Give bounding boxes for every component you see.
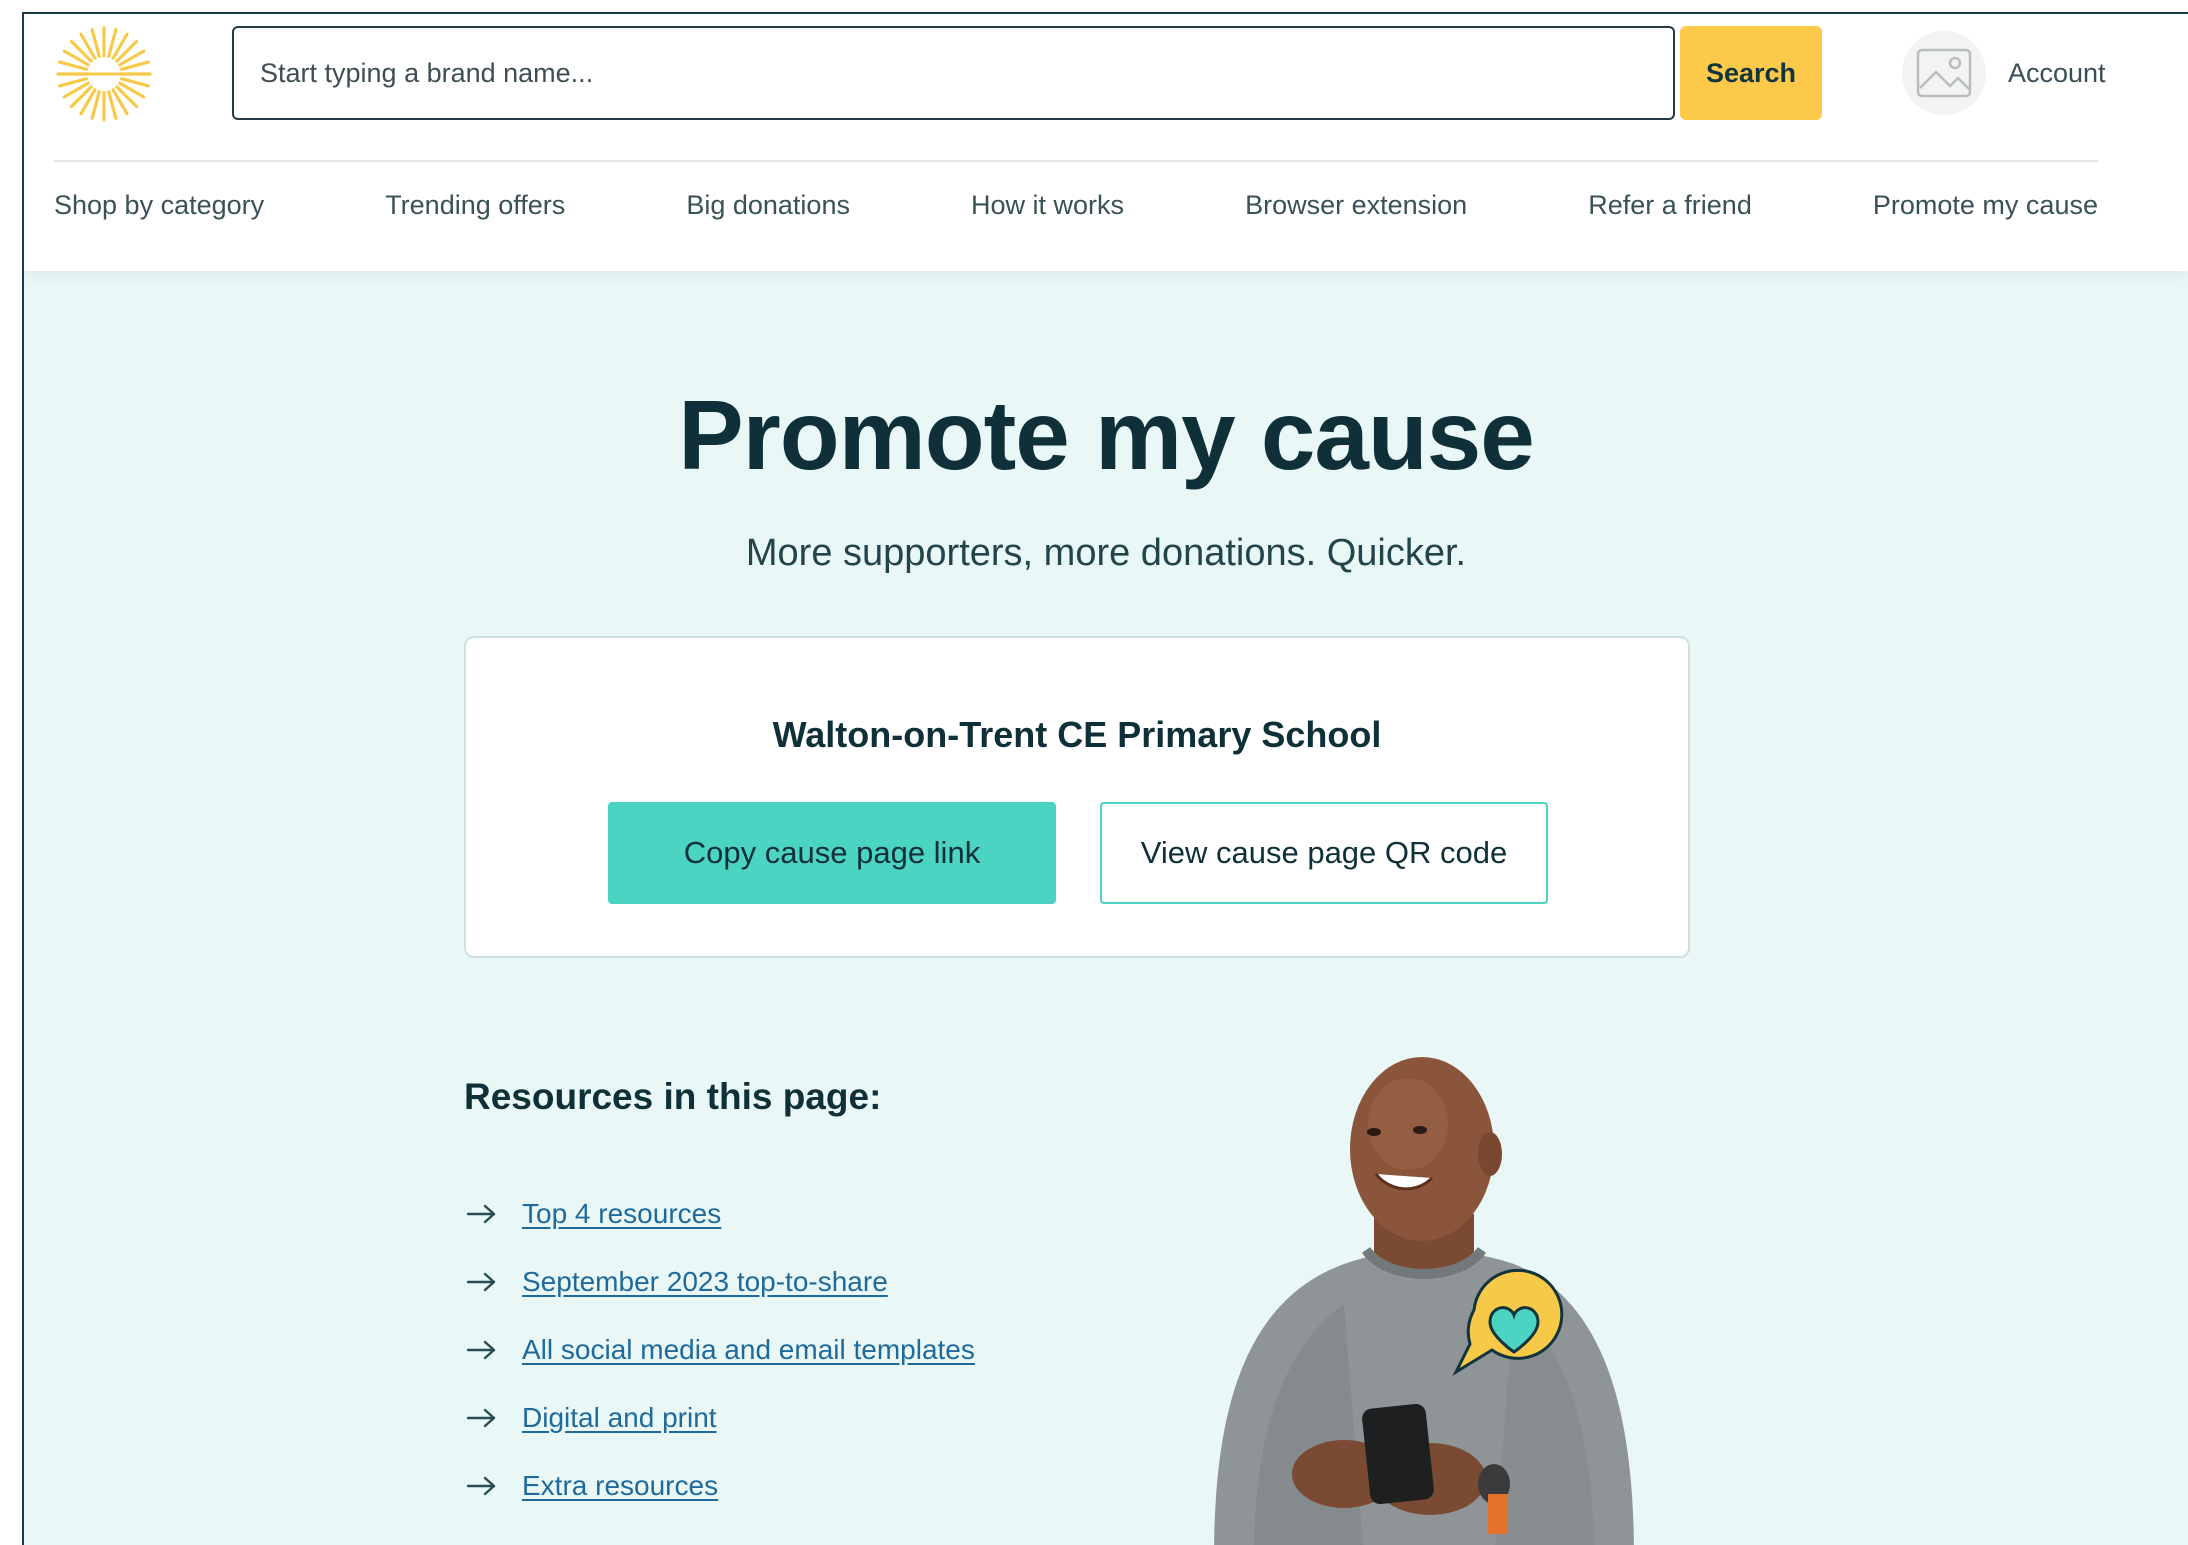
search-input[interactable]: Start typing a brand name... xyxy=(232,26,1675,120)
arrow-right-icon xyxy=(466,1340,496,1360)
image-placeholder-icon xyxy=(1916,48,1972,98)
arrow-right-icon xyxy=(466,1476,496,1496)
cause-name: Walton-on-Trent CE Primary School xyxy=(772,714,1382,755)
copy-cause-link-label: Copy cause page link xyxy=(683,835,981,870)
page-title: Promote my cause xyxy=(678,380,1534,490)
nav-item-promote-my-cause[interactable]: Promote my cause xyxy=(1873,190,2098,221)
site-logo[interactable] xyxy=(54,24,154,124)
site-header: Start typing a brand name... Search Acco… xyxy=(24,14,2188,271)
nav-item-browser-extension[interactable]: Browser extension xyxy=(1245,190,1467,221)
nav-item-trending-offers[interactable]: Trending offers xyxy=(385,190,565,221)
copy-cause-link-button[interactable]: Copy cause page link xyxy=(608,802,1056,904)
avatar[interactable] xyxy=(1902,31,1986,115)
list-item: Digital and print xyxy=(464,1384,975,1452)
hero: Promote my cause xyxy=(24,386,2188,498)
search-button-label: Search xyxy=(1705,57,1797,88)
resource-link-top-4[interactable]: Top 4 resources xyxy=(522,1198,721,1230)
account-label[interactable]: Account xyxy=(2008,58,2106,89)
main-nav: Shop by category Trending offers Big don… xyxy=(54,190,2098,221)
page-title-block: Promote my cause xyxy=(674,386,1538,498)
resource-link-september-2023[interactable]: September 2023 top-to-share xyxy=(522,1266,888,1298)
nav-item-how-it-works[interactable]: How it works xyxy=(971,190,1124,221)
nav-item-shop-by-category[interactable]: Shop by category xyxy=(54,190,264,221)
list-item: Top 4 resources xyxy=(464,1180,975,1248)
account-menu[interactable]: Account xyxy=(1902,30,2106,116)
browser-viewport: Start typing a brand name... Search Acco… xyxy=(22,12,2188,1545)
arrow-right-icon xyxy=(466,1204,496,1224)
list-item: Extra resources xyxy=(464,1452,975,1520)
view-qr-code-button[interactable]: View cause page QR code xyxy=(1100,802,1548,904)
list-item: September 2023 top-to-share xyxy=(464,1248,975,1316)
list-item: All social media and email templates xyxy=(464,1316,975,1384)
resources-heading: Resources in this page: xyxy=(464,1076,882,1117)
page-subtitle: More supporters, more donations. Quicker… xyxy=(745,532,1467,574)
resources-list: Top 4 resources September 2023 top-to-sh… xyxy=(464,1180,975,1520)
header-divider xyxy=(54,160,2098,162)
nav-item-big-donations[interactable]: Big donations xyxy=(686,190,850,221)
sun-logo-icon xyxy=(56,26,152,122)
resource-link-social-email-templates[interactable]: All social media and email templates xyxy=(522,1334,975,1366)
view-qr-code-label: View cause page QR code xyxy=(1140,835,1508,870)
search-button[interactable]: Search xyxy=(1680,26,1822,120)
resource-link-digital-print[interactable]: Digital and print xyxy=(522,1402,717,1434)
search-placeholder: Start typing a brand name... xyxy=(260,57,594,88)
arrow-right-icon xyxy=(466,1408,496,1428)
nav-item-refer-a-friend[interactable]: Refer a friend xyxy=(1588,190,1752,221)
cause-card: Walton-on-Trent CE Primary School Copy c… xyxy=(464,636,1690,958)
resource-link-extra-resources[interactable]: Extra resources xyxy=(522,1470,718,1502)
arrow-right-icon xyxy=(466,1272,496,1292)
person-with-phone-illustration xyxy=(1214,1057,1634,1545)
